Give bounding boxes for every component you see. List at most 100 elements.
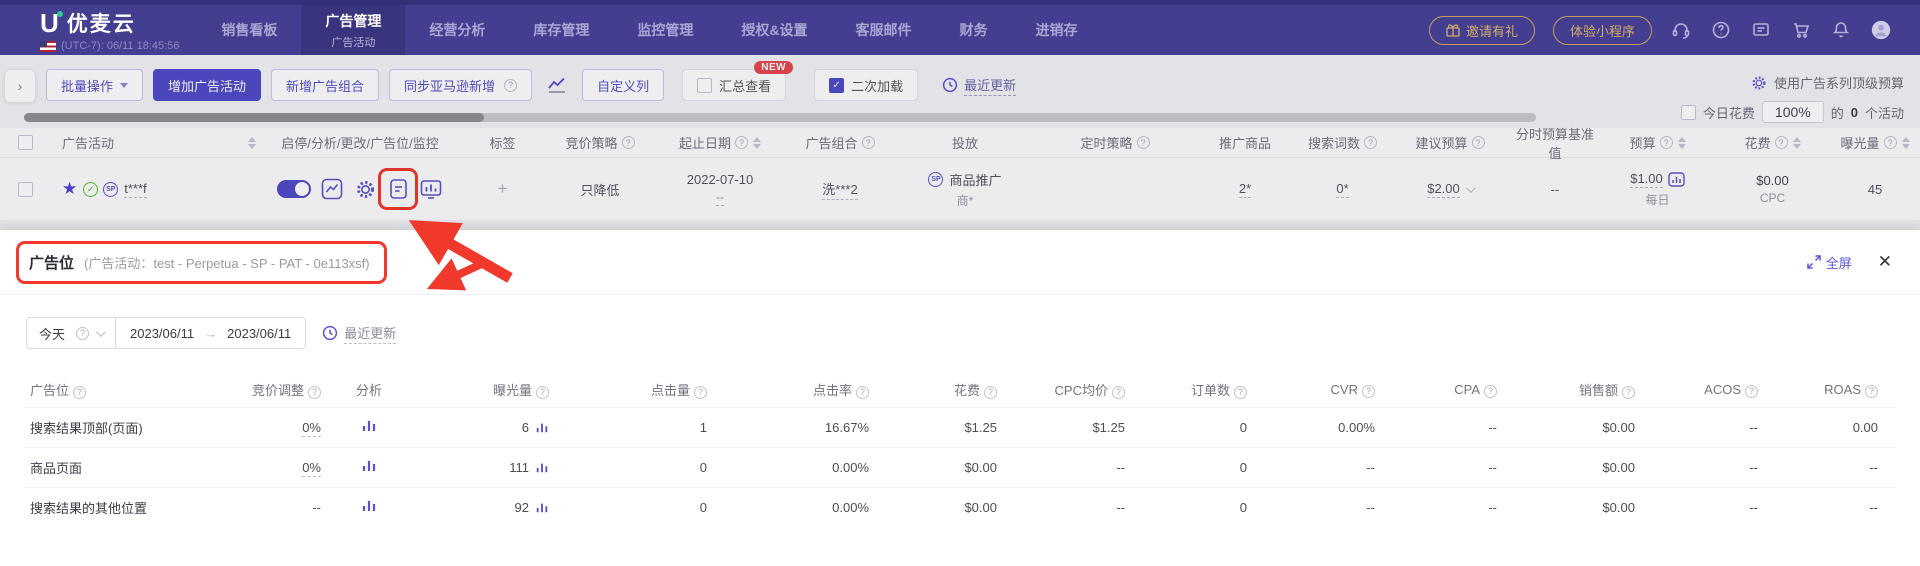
help-circle-icon: ? — [73, 385, 87, 399]
cvr-value: -- — [1265, 486, 1393, 527]
budget-chart-icon[interactable] — [1668, 171, 1685, 187]
secondary-load-toggle[interactable]: ✓ 二次加载 — [814, 69, 919, 101]
campaign-toolbar: › 批量操作 增加广告活动 新增广告组合 同步亚马逊新增? 自定义列 汇总查看 … — [0, 55, 1920, 103]
feedback-icon[interactable] — [1750, 19, 1772, 41]
col-portfolio[interactable]: 广告组合? — [785, 128, 895, 158]
trend-icon[interactable] — [535, 501, 549, 514]
row-checkbox[interactable] — [17, 181, 33, 197]
nav-item-ad-management[interactable]: 广告管理 广告活动 — [301, 5, 406, 55]
bid-adjustment-value: -- — [312, 499, 321, 515]
sort-icon[interactable] — [1901, 136, 1910, 149]
cpc-value: -- — [1015, 446, 1143, 487]
help-circle-icon: ? — [735, 136, 748, 149]
sort-icon[interactable] — [1677, 136, 1686, 149]
settings-gear-icon[interactable] — [353, 177, 377, 201]
close-icon[interactable]: ✕ — [1878, 252, 1892, 272]
expand-sidebar-button[interactable]: › — [4, 69, 36, 103]
analysis-chart-icon[interactable] — [361, 498, 377, 513]
date-range-picker[interactable]: 2023/06/11 → 2023/06/11 — [116, 317, 307, 349]
mini-program-button[interactable]: 体验小程序 — [1552, 15, 1652, 45]
cart-icon[interactable] — [1790, 19, 1812, 41]
date-to[interactable]: 2023/06/11 — [227, 326, 291, 341]
panel-recent-update-link[interactable]: 最近更新 — [322, 323, 397, 344]
portfolio-value[interactable]: 洗***2 — [822, 179, 858, 200]
summary-view-toggle[interactable]: 汇总查看 NEW — [682, 61, 794, 101]
col-spend[interactable]: 花费? — [1715, 128, 1830, 158]
nav-item-erp[interactable]: 进销存 — [1012, 5, 1102, 55]
sort-icon[interactable] — [248, 136, 256, 149]
help-icon[interactable] — [1710, 19, 1732, 41]
placement-panel: 广告位 (广告活动：test - Perpetua - SP - PAT - 0… — [0, 230, 1920, 566]
batch-operations-button[interactable]: 批量操作 — [46, 69, 144, 101]
today-spend-input[interactable]: 100% — [1761, 101, 1824, 123]
bell-icon[interactable] — [1830, 19, 1852, 41]
analysis-chart-icon[interactable] — [361, 418, 377, 433]
recent-update-link[interactable]: 最近更新 — [942, 75, 1017, 96]
targeting-sub: 商* — [956, 193, 974, 208]
bid-adjustment-value[interactable]: 0% — [302, 459, 321, 477]
campaign-name[interactable]: t***f — [124, 181, 147, 198]
trend-icon[interactable] — [535, 461, 549, 474]
placement-name: 搜索结果顶部(页面) — [24, 406, 229, 447]
col-budget[interactable]: 预算? — [1600, 128, 1715, 158]
today-spend-checkbox[interactable] — [1680, 104, 1696, 120]
summary-view-checkbox[interactable] — [697, 77, 713, 93]
nav-item-customer-email[interactable]: 客服邮件 — [832, 5, 936, 55]
add-tag-button[interactable]: + — [498, 179, 508, 199]
custom-columns-button[interactable]: 自定义列 — [582, 69, 665, 101]
horizontal-scrollbar[interactable] — [24, 113, 1536, 122]
placement-row: 搜索结果顶部(页面) 0% 6 1 16.67% $1.25 $1.25 0 0… — [24, 406, 1896, 447]
trend-chart-button[interactable] — [542, 70, 572, 100]
col-bid-strategy[interactable]: 竞价策略? — [545, 128, 655, 158]
trend-icon[interactable] — [535, 421, 549, 434]
products-count[interactable]: 2* — [1238, 181, 1252, 198]
campaign-enabled-toggle[interactable] — [277, 180, 311, 198]
col-search-terms[interactable]: 搜索词数? — [1295, 128, 1390, 158]
col-campaign[interactable]: 广告活动 — [50, 128, 260, 158]
date-end[interactable]: -- — [716, 190, 724, 206]
help-circle-icon: ? — [621, 136, 635, 149]
nav-item-finance[interactable]: 财务 — [936, 5, 1012, 55]
nav-subitem-campaigns[interactable]: 广告活动 — [331, 34, 375, 50]
bid-adjustment-value[interactable]: 0% — [302, 419, 321, 437]
nav-item-business-analysis[interactable]: 经营分析 — [405, 5, 509, 55]
chevron-down-icon[interactable] — [1465, 182, 1476, 193]
col-schedule-strategy[interactable]: 定时策略? — [1035, 128, 1195, 158]
sort-icon[interactable] — [753, 136, 761, 149]
nav-item-monitoring[interactable]: 监控管理 — [613, 5, 717, 55]
add-campaign-button[interactable]: 增加广告活动 — [153, 69, 262, 101]
add-portfolio-button[interactable]: 新增广告组合 — [271, 69, 380, 101]
sync-amazon-button[interactable]: 同步亚马逊新增? — [389, 69, 533, 101]
budget-value[interactable]: $1.00 — [1630, 171, 1663, 188]
nav-item-inventory[interactable]: 库存管理 — [509, 5, 613, 55]
favorite-star-icon[interactable]: ★ — [62, 179, 77, 199]
help-circle-icon: ? — [1883, 136, 1897, 149]
sort-icon[interactable] — [1792, 136, 1801, 149]
col-cvr: CVR? — [1265, 373, 1393, 407]
sales-value: $0.00 — [1515, 446, 1653, 487]
col-suggested-budget[interactable]: 建议预算? — [1390, 128, 1510, 158]
placement-report-icon[interactable] — [378, 168, 418, 210]
avatar[interactable] — [1870, 19, 1892, 41]
date-preset-select[interactable]: 今天 ? — [26, 317, 117, 349]
nav-item-sales-dashboard[interactable]: 销售看板 — [197, 5, 301, 55]
suggested-budget-value[interactable]: $2.00 — [1427, 181, 1460, 198]
col-impressions[interactable]: 曝光量? — [1830, 128, 1920, 158]
date-from[interactable]: 2023/06/11 — [130, 326, 194, 341]
fullscreen-button[interactable]: 全屏 — [1806, 253, 1852, 272]
scrollbar-thumb[interactable] — [24, 113, 484, 122]
invite-button[interactable]: 邀请有礼 — [1428, 15, 1535, 45]
nav-item-auth-settings[interactable]: 授权&设置 — [717, 5, 831, 55]
analysis-chart-icon[interactable] — [320, 177, 344, 201]
support-headset-icon[interactable] — [1670, 19, 1692, 41]
help-circle-icon: ? — [1364, 136, 1377, 149]
col-date-range[interactable]: 起止日期? — [655, 128, 785, 158]
analysis-chart-icon[interactable] — [361, 458, 377, 473]
sp-type-icon: SP — [928, 171, 944, 187]
monitor-bars-icon[interactable] — [419, 177, 443, 201]
search-terms-count[interactable]: 0* — [1336, 181, 1349, 198]
use-top-budget-row[interactable]: 使用广告系列顶级预算 — [1751, 73, 1904, 92]
help-circle-icon: ? — [536, 385, 549, 399]
secondary-load-checkbox[interactable]: ✓ — [829, 77, 845, 93]
select-all-checkbox[interactable] — [17, 135, 33, 150]
